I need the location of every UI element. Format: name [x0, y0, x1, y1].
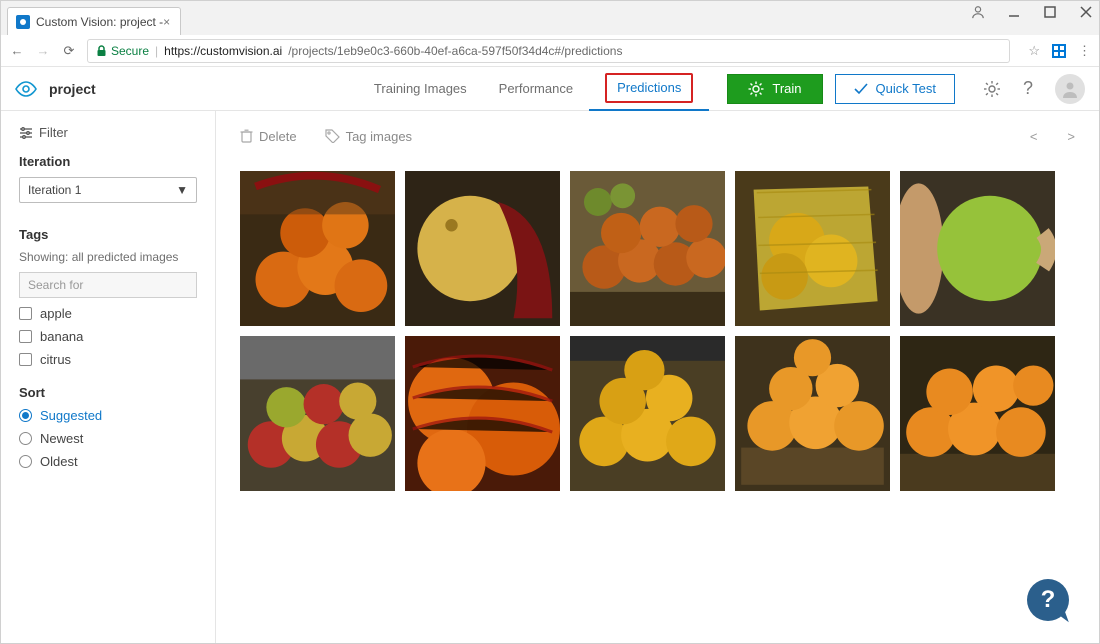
tab-predictions[interactable]: Predictions — [589, 67, 709, 111]
lock-icon: Secure — [96, 44, 149, 58]
radio-icon — [19, 455, 32, 468]
tag-label: citrus — [40, 352, 71, 367]
project-logo-icon — [15, 81, 37, 97]
tab-training-images[interactable]: Training Images — [358, 67, 483, 111]
sort-section-title: Sort — [19, 385, 197, 400]
prediction-thumbnail[interactable] — [240, 171, 395, 326]
sort-label: Newest — [40, 431, 83, 446]
extension-icon[interactable] — [1052, 44, 1066, 58]
prediction-thumbnail[interactable] — [900, 171, 1055, 326]
browser-tab[interactable]: Custom Vision: project - × — [7, 7, 181, 35]
check-icon — [854, 83, 868, 95]
top-navigation: Training Images Performance Predictions … — [358, 67, 1085, 111]
sort-option-oldest[interactable]: Oldest — [19, 454, 197, 469]
sidebar: Filter Iteration Iteration 1 ▼ Tags Show… — [1, 111, 216, 644]
main-panel: Delete Tag images < > — [216, 111, 1099, 644]
iteration-section-title: Iteration — [19, 154, 197, 169]
trash-icon — [240, 129, 253, 143]
quick-test-label: Quick Test — [876, 81, 936, 96]
project-title: project — [49, 81, 96, 97]
window-controls — [971, 5, 1093, 19]
checkbox-icon — [19, 330, 32, 343]
tab-performance[interactable]: Performance — [483, 67, 589, 111]
sort-option-newest[interactable]: Newest — [19, 431, 197, 446]
tag-images-label: Tag images — [346, 129, 412, 144]
tag-search-placeholder: Search for — [28, 278, 83, 292]
checkbox-icon — [19, 307, 32, 320]
prediction-thumbnail[interactable] — [570, 171, 725, 326]
nav-back-icon[interactable]: ← — [9, 43, 25, 58]
tab-favicon — [16, 15, 30, 29]
prediction-thumbnail[interactable] — [900, 336, 1055, 491]
minimize-icon[interactable] — [1007, 5, 1021, 19]
url-host: https://customvision.ai — [164, 44, 282, 58]
iteration-select[interactable]: Iteration 1 ▼ — [19, 177, 197, 203]
pager-prev[interactable]: < — [1030, 129, 1038, 144]
train-button-label: Train — [772, 81, 801, 96]
user-avatar[interactable] — [1055, 74, 1085, 104]
tag-option-apple[interactable]: apple — [19, 306, 197, 321]
help-icon[interactable]: ? — [1023, 78, 1033, 99]
train-button[interactable]: Train — [727, 74, 822, 104]
nav-reload-icon[interactable]: ⟳ — [61, 43, 77, 59]
tab-title: Custom Vision: project - — [36, 15, 163, 29]
tag-search-input[interactable]: Search for — [19, 272, 197, 298]
sort-label: Oldest — [40, 454, 78, 469]
radio-icon — [19, 432, 32, 445]
close-window-icon[interactable] — [1079, 5, 1093, 19]
filter-icon — [19, 127, 33, 139]
browser-address-bar: ← → ⟳ Secure | https://customvision.ai/p… — [1, 35, 1099, 67]
filter-heading: Filter — [19, 125, 197, 140]
tag-option-banana[interactable]: banana — [19, 329, 197, 344]
app-header: project Training Images Performance Pred… — [1, 67, 1099, 111]
tab-close-icon[interactable]: × — [163, 15, 170, 29]
browser-menu-icon[interactable]: ⋮ — [1078, 43, 1091, 59]
maximize-icon[interactable] — [1043, 5, 1057, 19]
tag-label: banana — [40, 329, 83, 344]
checkbox-icon — [19, 353, 32, 366]
radio-icon — [19, 409, 32, 422]
delete-label: Delete — [259, 129, 297, 144]
prediction-thumbnail[interactable] — [405, 171, 560, 326]
tags-section-title: Tags — [19, 227, 197, 242]
url-path: /projects/1eb9e0c3-660b-40ef-a6ca-597f50… — [288, 44, 622, 58]
url-input[interactable]: Secure | https://customvision.ai/project… — [87, 39, 1010, 63]
help-fab[interactable]: ? — [1027, 579, 1069, 621]
account-icon[interactable] — [971, 5, 985, 19]
tag-label: apple — [40, 306, 72, 321]
settings-icon[interactable] — [983, 80, 1001, 98]
iteration-value: Iteration 1 — [28, 183, 81, 197]
prediction-thumbnail[interactable] — [735, 336, 890, 491]
gear-icon — [748, 81, 764, 97]
prediction-thumbnail[interactable] — [570, 336, 725, 491]
prediction-thumbnail[interactable] — [735, 171, 890, 326]
sort-option-suggested[interactable]: Suggested — [19, 408, 197, 423]
chevron-down-icon: ▼ — [176, 183, 188, 197]
window-titlebar: Custom Vision: project - × — [1, 1, 1099, 35]
pager-next[interactable]: > — [1067, 129, 1075, 144]
quick-test-button[interactable]: Quick Test — [835, 74, 955, 104]
tag-option-citrus[interactable]: citrus — [19, 352, 197, 367]
delete-button[interactable]: Delete — [240, 129, 297, 144]
nav-forward-icon[interactable]: → — [35, 43, 51, 58]
filter-label: Filter — [39, 125, 68, 140]
secure-label: Secure — [111, 44, 149, 58]
image-grid — [240, 171, 1075, 491]
tag-images-button[interactable]: Tag images — [325, 129, 412, 144]
tags-subtext: Showing: all predicted images — [19, 250, 197, 264]
prediction-thumbnail[interactable] — [240, 336, 395, 491]
main-toolbar: Delete Tag images < > — [240, 121, 1075, 151]
sort-label: Suggested — [40, 408, 102, 423]
prediction-thumbnail[interactable] — [405, 336, 560, 491]
tag-icon — [325, 129, 340, 143]
bookmark-star-icon[interactable]: ☆ — [1028, 43, 1040, 59]
